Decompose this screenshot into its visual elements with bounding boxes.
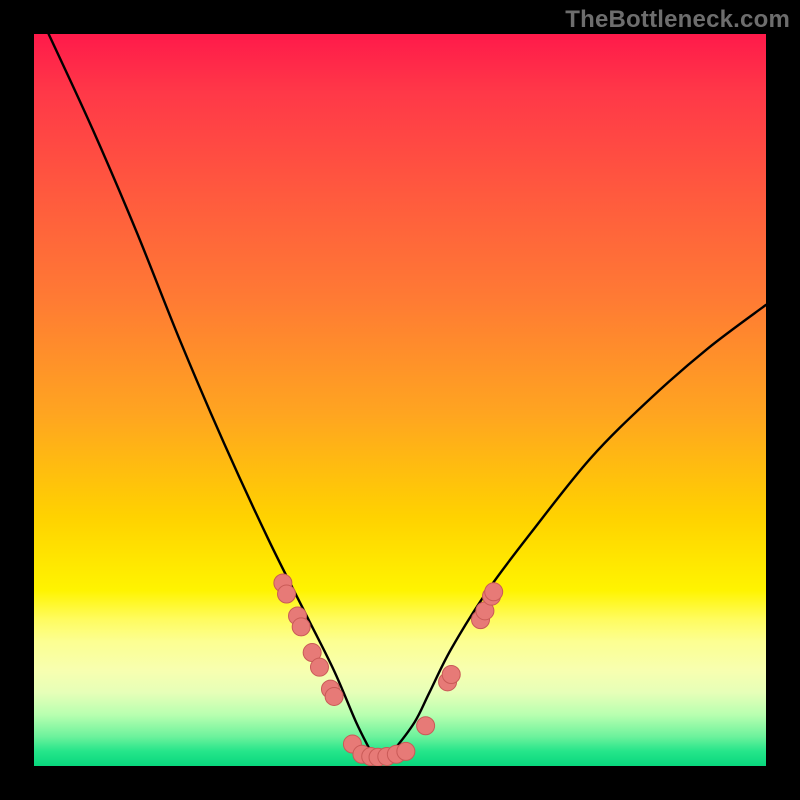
chart-marker xyxy=(278,585,296,603)
chart-marker xyxy=(292,618,310,636)
chart-svg xyxy=(34,34,766,766)
chart-markers xyxy=(274,574,503,766)
chart-marker xyxy=(325,687,343,705)
chart-marker xyxy=(397,742,415,760)
watermark-text: TheBottleneck.com xyxy=(565,6,790,34)
chart-marker xyxy=(485,583,503,601)
bottleneck-curve xyxy=(49,34,766,766)
chart-plot-area xyxy=(34,34,766,766)
chart-frame: TheBottleneck.com xyxy=(0,0,800,800)
chart-marker xyxy=(310,658,328,676)
chart-marker xyxy=(417,717,435,735)
chart-marker xyxy=(442,666,460,684)
